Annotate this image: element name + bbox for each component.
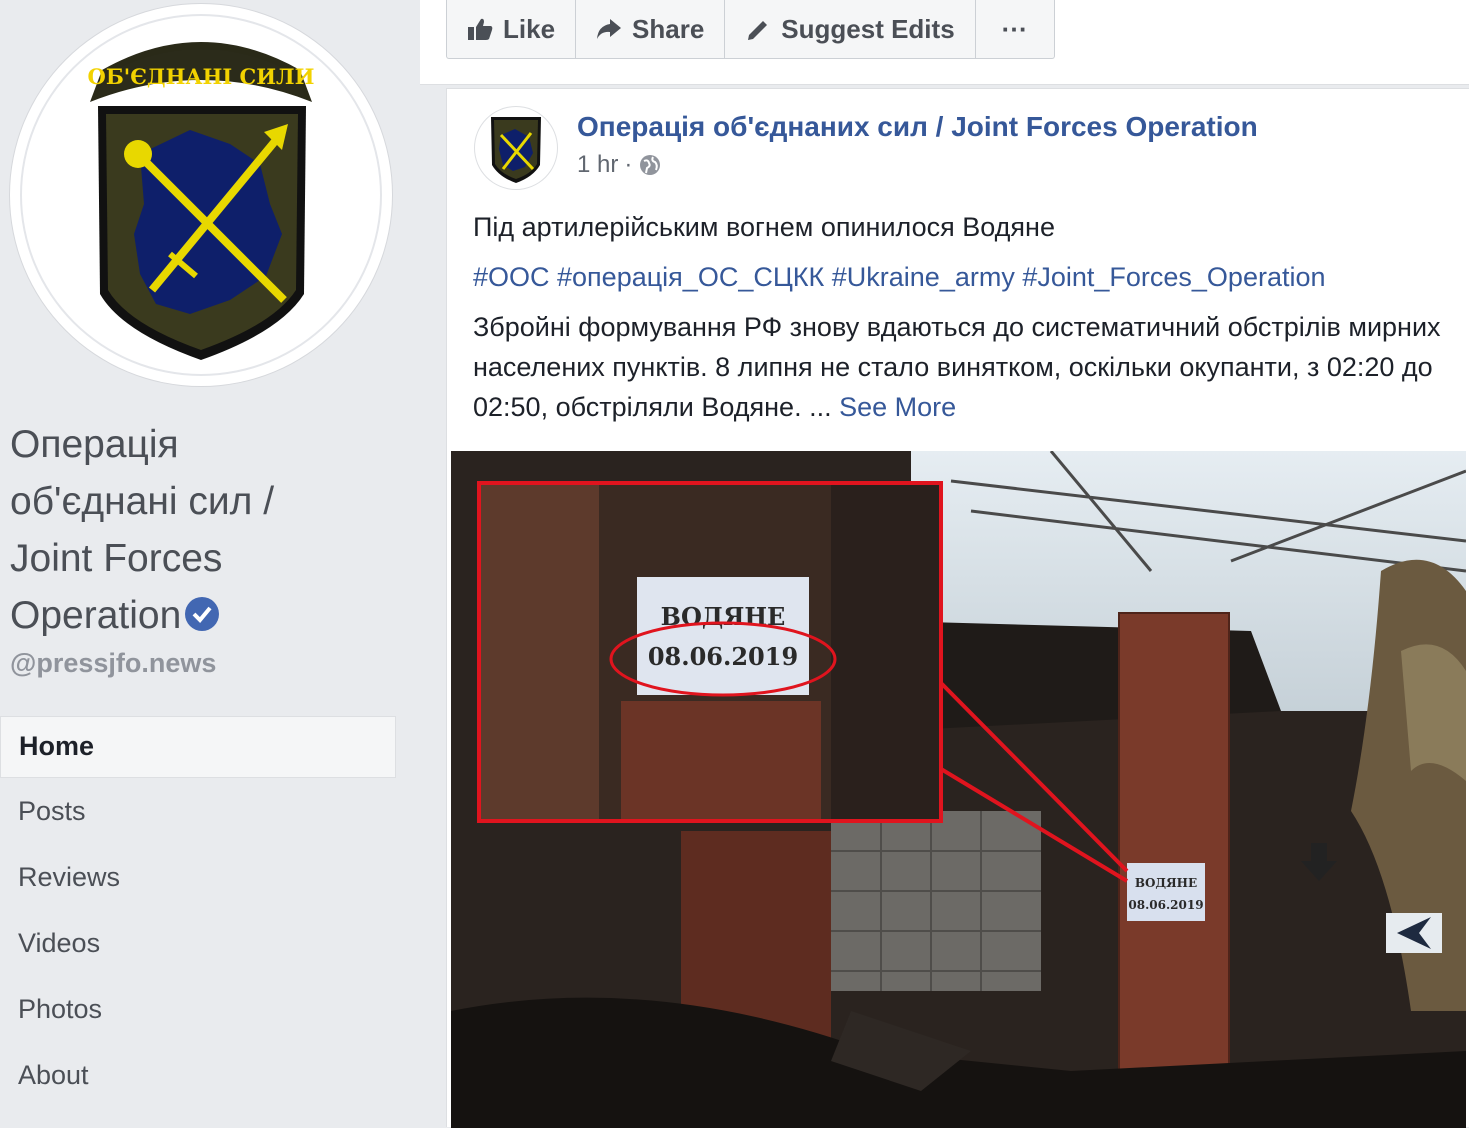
verified-badge-icon xyxy=(185,596,220,631)
page-title-line: Joint Forces xyxy=(10,537,223,580)
page-action-bar: Like Share Suggest Edits ··· xyxy=(420,0,1469,85)
nav-item-home[interactable]: Home xyxy=(0,716,396,778)
post-content: Під артилерійським вогнем опинилося Водя… xyxy=(473,207,1453,427)
more-options-button[interactable]: ··· xyxy=(976,0,1054,58)
see-more-link[interactable]: See More xyxy=(839,392,956,422)
shield-emblem-icon xyxy=(491,117,541,183)
page-handle[interactable]: @pressjfo.news xyxy=(10,648,216,679)
post-meta: 1 hr · xyxy=(577,151,662,179)
photo-small-sign-line2: 08.06.2019 xyxy=(1128,898,1203,912)
nav-item-photos[interactable]: Photos xyxy=(0,980,396,1046)
page-title[interactable]: Операція об'єднані сил / Joint Forces Op… xyxy=(10,416,400,644)
shield-emblem-icon: ОБ'ЄДНАНІ СИЛИ xyxy=(88,42,315,360)
meta-separator: · xyxy=(624,151,633,178)
nav-item-videos[interactable]: Videos xyxy=(0,914,396,980)
page-title-line-text: Operation xyxy=(10,594,182,637)
post-photo[interactable]: ВОДЯНЕ 08.06.2019 ВОДЯНЕ 08.06.2019 xyxy=(451,451,1466,1128)
photo-large-sign-line2: 08.06.2019 xyxy=(648,642,798,671)
action-buttons: Like Share Suggest Edits ··· xyxy=(446,0,1055,59)
burned-building-photo: ВОДЯНЕ 08.06.2019 ВОДЯНЕ 08.06.2019 xyxy=(451,451,1466,1128)
share-label: Share xyxy=(632,13,705,44)
suggest-edits-label: Suggest Edits xyxy=(781,13,955,44)
like-button[interactable]: Like xyxy=(447,0,577,58)
page-title-line: об'єднані сил / xyxy=(10,480,275,523)
page-sidebar: ОБ'ЄДНАНІ СИЛИ Операція об'єднані сил / … xyxy=(0,0,418,1127)
share-arrow-icon xyxy=(597,19,622,39)
page-title-line: Operation xyxy=(10,587,400,644)
page-nav: Home Posts Reviews Videos Photos About xyxy=(0,716,396,1112)
suggest-edits-button[interactable]: Suggest Edits xyxy=(725,0,976,58)
emblem-text: ОБ'ЄДНАНІ СИЛИ xyxy=(88,64,315,89)
nav-item-posts[interactable]: Posts xyxy=(0,782,396,848)
globe-icon xyxy=(640,155,661,175)
nav-item-reviews[interactable]: Reviews xyxy=(0,848,396,914)
post-hashtags[interactable]: #ООС #операція_ОС_СЦКК #Ukraine_army #Jo… xyxy=(473,257,1453,297)
post-author-name[interactable]: Операція об'єднаних сил / Joint Forces O… xyxy=(577,111,1258,143)
like-label: Like xyxy=(503,13,556,44)
post-card: Операція об'єднаних сил / Joint Forces O… xyxy=(446,88,1469,1128)
nav-item-about[interactable]: About xyxy=(0,1046,396,1112)
post-body-text: Збройні формування РФ знову вдаються до … xyxy=(473,312,1441,422)
avatar-frame: ОБ'ЄДНАНІ СИЛИ xyxy=(20,14,382,376)
post-body: Збройні формування РФ знову вдаються до … xyxy=(473,307,1453,427)
pencil-icon xyxy=(748,21,768,40)
post-author-avatar[interactable] xyxy=(475,107,557,189)
thumbs-up-icon xyxy=(468,18,493,40)
page-profile-picture[interactable]: ОБ'ЄДНАНІ СИЛИ xyxy=(10,4,392,386)
more-dots-icon: ··· xyxy=(1001,13,1028,44)
post-timestamp[interactable]: 1 hr xyxy=(577,151,618,179)
photo-small-sign-line1: ВОДЯНЕ xyxy=(1135,876,1197,890)
page-title-line: Операція xyxy=(10,423,179,466)
post-headline: Під артилерійським вогнем опинилося Водя… xyxy=(473,212,1055,242)
share-button[interactable]: Share xyxy=(576,0,726,58)
